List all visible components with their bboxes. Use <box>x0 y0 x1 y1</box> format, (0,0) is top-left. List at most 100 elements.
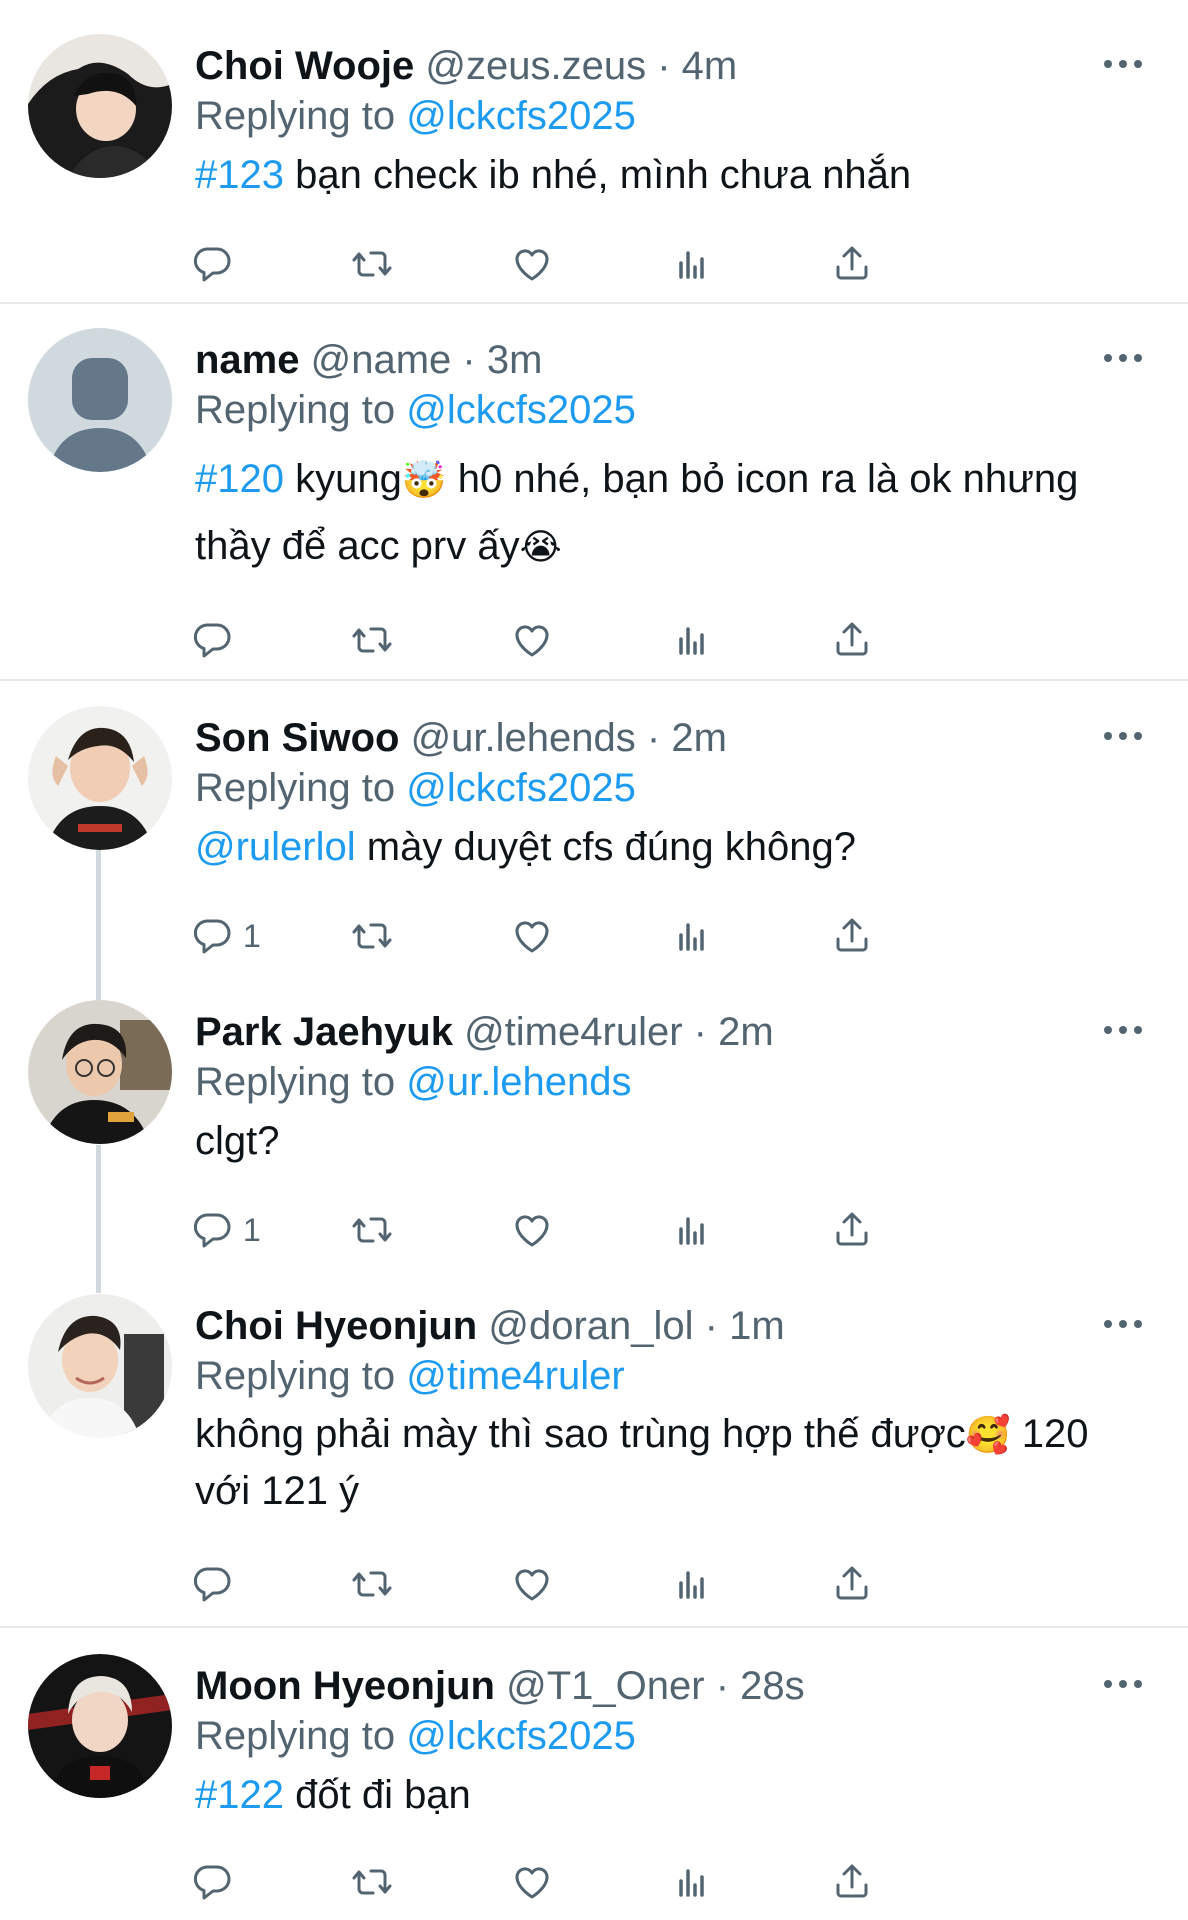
replying-to-handle[interactable]: @lckcfs2025 <box>406 766 636 810</box>
display-name[interactable]: Park Jaehyuk <box>195 1010 453 1054</box>
tweet-text: #122 đốt đi bạn <box>195 1762 1148 1828</box>
tweet-text: @rulerlol mày duyệt cfs đúng không? <box>195 814 1148 880</box>
retweet-button[interactable] <box>349 612 395 668</box>
retweet-icon <box>352 1869 392 1895</box>
avatar[interactable] <box>28 34 172 178</box>
views-button[interactable] <box>669 908 715 964</box>
timestamp[interactable]: 1m <box>729 1304 785 1348</box>
more-icon[interactable] <box>1098 1304 1148 1344</box>
hashtag-link[interactable]: #122 <box>195 1773 284 1817</box>
reply-button[interactable] <box>189 1556 235 1612</box>
handle[interactable]: @name <box>311 338 452 382</box>
views-icon <box>679 1571 704 1599</box>
timestamp[interactable]: 2m <box>718 1010 774 1054</box>
reply-button[interactable] <box>189 612 235 668</box>
heart-button[interactable] <box>509 908 555 964</box>
heart-button[interactable] <box>509 1556 555 1612</box>
retweet-button[interactable] <box>349 908 395 964</box>
more-icon[interactable] <box>1098 44 1148 84</box>
replying-to-handle[interactable]: @lckcfs2025 <box>406 388 636 432</box>
reply-button[interactable] <box>189 1854 235 1910</box>
tweet[interactable]: Choi Wooje @zeus.zeus · 4m Replying to @… <box>0 34 1188 282</box>
handle[interactable]: @T1_Oner <box>506 1664 704 1708</box>
timestamp[interactable]: 2m <box>671 716 727 760</box>
tweet-header: name @name · 3m <box>195 334 1108 386</box>
tweet-header: Park Jaehyuk @time4ruler · 2m <box>195 1006 1108 1058</box>
replying-to-handle[interactable]: @ur.lehends <box>406 1060 631 1104</box>
tweet[interactable]: Son Siwoo @ur.lehends · 2m Replying to @… <box>0 706 1188 966</box>
avatar[interactable] <box>28 1000 172 1144</box>
retweet-button[interactable] <box>349 236 395 292</box>
tweet-header: Moon Hyeonjun @T1_Oner · 28s <box>195 1660 1108 1712</box>
share-button[interactable] <box>829 1202 875 1258</box>
display-name[interactable]: name <box>195 338 300 382</box>
separator: · <box>657 44 671 88</box>
tweet-text: clgt? <box>195 1108 1148 1174</box>
handle[interactable]: @time4ruler <box>464 1010 682 1054</box>
tweet[interactable]: Park Jaehyuk @time4ruler · 2m Replying t… <box>0 1000 1188 1260</box>
tweet[interactable]: Choi Hyeonjun @doran_lol · 1m Replying t… <box>0 1294 1188 1604</box>
heart-button[interactable] <box>509 236 555 292</box>
avatar-image <box>28 34 172 178</box>
handle[interactable]: @ur.lehends <box>411 716 636 760</box>
replying-to-label: Replying to <box>195 1714 396 1758</box>
views-icon <box>679 251 704 279</box>
views-button[interactable] <box>669 612 715 668</box>
avatar[interactable] <box>28 328 172 472</box>
more-icon[interactable] <box>1098 716 1148 756</box>
mention-link[interactable]: @rulerlol <box>195 825 356 869</box>
retweet-button[interactable] <box>349 1202 395 1258</box>
hashtag-link[interactable]: #120 <box>195 457 284 501</box>
replying-to-handle[interactable]: @lckcfs2025 <box>406 1714 636 1758</box>
views-button[interactable] <box>669 236 715 292</box>
display-name[interactable]: Choi Hyeonjun <box>195 1304 477 1348</box>
timestamp[interactable]: 28s <box>740 1664 805 1708</box>
views-button[interactable] <box>669 1854 715 1910</box>
share-button[interactable] <box>829 1556 875 1612</box>
avatar[interactable] <box>28 1654 172 1798</box>
views-button[interactable] <box>669 1202 715 1258</box>
tweet-text: #123 bạn check ib nhé, mình chưa nhắn <box>195 142 1148 208</box>
display-name[interactable]: Son Siwoo <box>195 716 399 760</box>
handle[interactable]: @zeus.zeus <box>425 44 646 88</box>
timestamp[interactable]: 3m <box>487 338 543 382</box>
share-button[interactable] <box>829 612 875 668</box>
replying-to-handle[interactable]: @lckcfs2025 <box>406 94 636 138</box>
retweet-button[interactable] <box>349 1556 395 1612</box>
heart-button[interactable] <box>509 1202 555 1258</box>
tweet-header: Son Siwoo @ur.lehends · 2m <box>195 712 1108 764</box>
replying-to: Replying to @time4ruler <box>195 1350 625 1402</box>
reply-button[interactable]: 1 <box>189 908 261 964</box>
divider <box>0 1626 1188 1628</box>
reply-button[interactable]: 1 <box>189 1202 261 1258</box>
timestamp[interactable]: 4m <box>682 44 738 88</box>
hashtag-link[interactable]: #123 <box>195 153 284 197</box>
tweet-header: Choi Hyeonjun @doran_lol · 1m <box>195 1300 1108 1352</box>
replying-to-handle[interactable]: @time4ruler <box>406 1354 624 1398</box>
heart-button[interactable] <box>509 612 555 668</box>
tweet[interactable]: Moon Hyeonjun @T1_Oner · 28s Replying to… <box>0 1654 1188 1920</box>
views-button[interactable] <box>669 1556 715 1612</box>
avatar[interactable] <box>28 706 172 850</box>
display-name[interactable]: Moon Hyeonjun <box>195 1664 495 1708</box>
more-icon[interactable] <box>1098 1010 1148 1050</box>
tweet[interactable]: name @name · 3m Replying to @lckcfs2025 … <box>0 328 1188 658</box>
action-bar <box>193 1854 1055 1910</box>
share-button[interactable] <box>829 908 875 964</box>
retweet-button[interactable] <box>349 1854 395 1910</box>
more-icon[interactable] <box>1098 338 1148 378</box>
share-button[interactable] <box>829 1854 875 1910</box>
heart-icon <box>515 921 549 953</box>
display-name[interactable]: Choi Wooje <box>195 44 414 88</box>
action-bar <box>193 612 1055 668</box>
avatar-image <box>28 1000 172 1144</box>
reply-button[interactable] <box>189 236 235 292</box>
handle[interactable]: @doran_lol <box>488 1304 693 1348</box>
avatar[interactable] <box>28 1294 172 1438</box>
share-icon <box>836 918 868 952</box>
reply-count: 1 <box>243 917 261 954</box>
heart-button[interactable] <box>509 1854 555 1910</box>
share-button[interactable] <box>829 236 875 292</box>
more-icon[interactable] <box>1098 1664 1148 1704</box>
share-icon <box>836 1566 868 1600</box>
